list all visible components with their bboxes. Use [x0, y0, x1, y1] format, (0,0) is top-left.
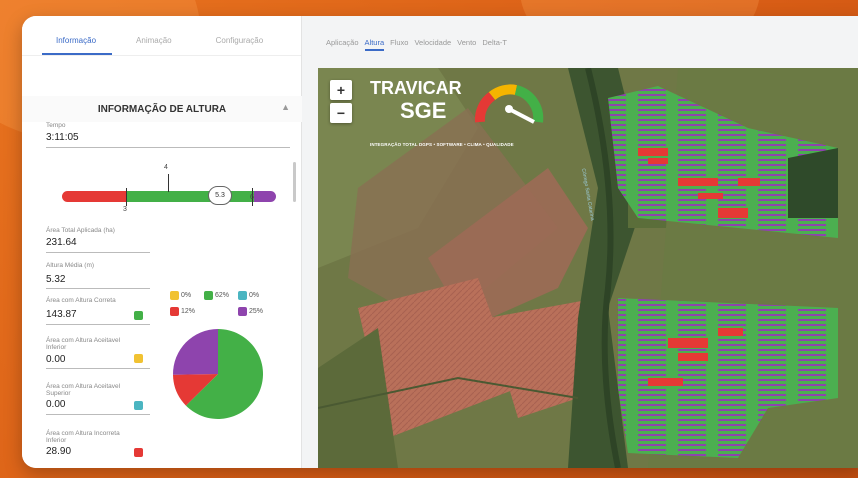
tab-informacao[interactable]: Informação: [42, 16, 113, 55]
gauge-icon: [474, 84, 544, 124]
tempo-label: Tempo: [46, 122, 66, 129]
area-total-value: 231.64: [46, 237, 77, 248]
area-aceitavel-superior-value: 0.00: [46, 399, 66, 410]
section-title: INFORMAÇÃO DE ALTURA: [97, 103, 227, 115]
chevron-up-icon[interactable]: ▲: [281, 102, 290, 112]
area-aceitavel-inferior-label: Área com Altura Aceitavel Inferior: [46, 337, 121, 351]
tempo-value: 3:11:05: [46, 132, 79, 143]
legend-item-incorreta-inferior: 12%: [170, 307, 195, 316]
logo-tagline: INTEGRAÇÃO TOTAL DGPS • SOFTWARE • CLIMA…: [370, 142, 514, 147]
tab-velocidade[interactable]: Velocidade: [414, 38, 451, 51]
area-incorreta-inferior-swatch: [134, 448, 143, 457]
tab-vento[interactable]: Vento: [457, 38, 476, 51]
tempo-underline: [46, 147, 290, 148]
logo-travicar: TRAVICAR: [370, 78, 462, 98]
area-incorreta-inferior-value: 28.90: [46, 446, 72, 457]
area-aceitavel-superior-swatch: [134, 401, 143, 410]
tick-4: [168, 174, 169, 192]
legend-item-correta: 62%: [204, 291, 229, 300]
forest-patch: [788, 148, 838, 218]
area-aceitavel-superior-label: Área com Altura Aceitavel Superior: [46, 383, 121, 397]
tab-animacao[interactable]: Animação: [112, 16, 188, 55]
tab-altura[interactable]: Altura: [364, 38, 385, 51]
legend-item-aceitavel-superior: 0%: [238, 291, 259, 300]
height-bar-red: [62, 191, 126, 202]
area-aceitavel-superior-underline: [46, 414, 150, 415]
tab-aplicacao[interactable]: Aplicação: [326, 38, 359, 51]
panel-tabs: Informação Animação Configuração: [22, 16, 301, 56]
tab-configuracao[interactable]: Configuração: [188, 16, 280, 55]
map-imagery: [318, 68, 858, 468]
area-aceitavel-inferior-value: 0.00: [46, 354, 66, 365]
area-aceitavel-inferior-underline: [46, 368, 150, 369]
area-correta-label: Área com Altura Correta: [46, 297, 116, 304]
legend-item-aceitavel-inferior: 0%: [170, 291, 191, 300]
area-total-underline: [46, 252, 150, 253]
panel-scrollbar[interactable]: [293, 162, 296, 202]
height-pie-chart: [173, 329, 263, 419]
altura-media-underline: [46, 288, 150, 289]
altura-media-label: Altura Média (m): [46, 262, 95, 269]
height-bar-purple: [254, 191, 276, 202]
legend-item-incorreta-superior: 25%: [238, 307, 263, 316]
area-correta-swatch: [134, 311, 143, 320]
area-incorreta-inferior-label: Área com Altura Incorreta Inferior: [46, 430, 120, 444]
area-correta-value: 143.87: [46, 309, 77, 320]
logo-sge: SGE: [400, 98, 447, 123]
tick-label-3: 3: [123, 206, 127, 213]
height-marker: 5.3: [208, 186, 232, 205]
area-correta-underline: [46, 324, 150, 325]
satellite-map[interactable]: + − TRAVICAR SGE INTEGRAÇÃO TOTAL DGPS •…: [318, 68, 858, 468]
zoom-out-button[interactable]: −: [330, 103, 352, 123]
area-total-label: Área Total Aplicada (ha): [46, 227, 115, 234]
pie-slice-superior: [173, 329, 218, 375]
tick-label-4: 4: [164, 164, 168, 171]
altura-media-value: 5.32: [46, 274, 66, 285]
section-header[interactable]: INFORMAÇÃO DE ALTURA ▲: [22, 96, 302, 122]
zoom-in-button[interactable]: +: [330, 80, 352, 100]
map-area: Aplicação Altura Fluxo Velocidade Vento …: [302, 16, 858, 468]
tab-fluxo[interactable]: Fluxo: [390, 38, 408, 51]
tick-label-6: 6: [250, 194, 254, 201]
info-panel: Informação Animação Configuração INFORMA…: [22, 16, 302, 468]
map-tabs: Aplicação Altura Fluxo Velocidade Vento …: [326, 38, 507, 51]
tick-3: [126, 188, 127, 206]
area-aceitavel-inferior-swatch: [134, 354, 143, 363]
app-window: Informação Animação Configuração INFORMA…: [22, 16, 858, 468]
tab-delta-t[interactable]: Delta-T: [482, 38, 507, 51]
height-bar-green: [126, 191, 254, 202]
